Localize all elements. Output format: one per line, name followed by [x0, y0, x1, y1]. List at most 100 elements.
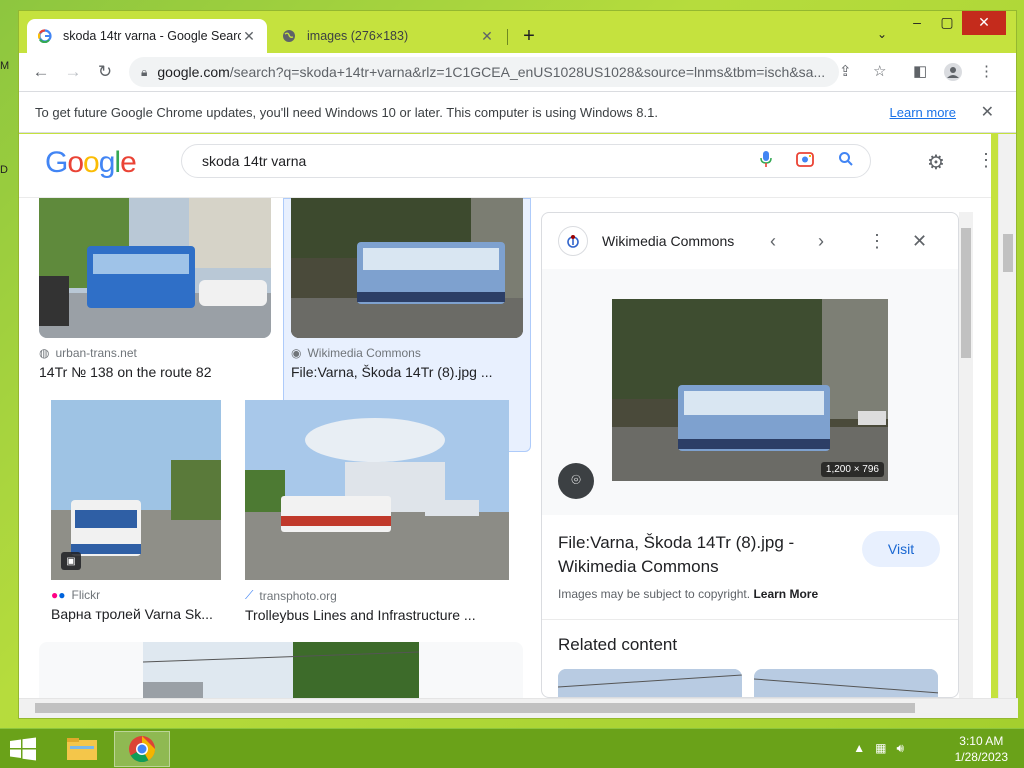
- clock-date: 1/28/2023: [954, 750, 1008, 764]
- camera-lens-icon[interactable]: [796, 151, 814, 171]
- search-box[interactable]: skoda 14tr varna: [181, 144, 871, 178]
- result-thumbnail[interactable]: ▣: [51, 400, 221, 580]
- settings-gear-icon[interactable]: ⚙: [927, 150, 945, 175]
- result-source[interactable]: ◉ Wikimedia Commons: [291, 346, 523, 360]
- related-content-heading: Related content: [558, 635, 678, 654]
- page-vertical-scrollbar[interactable]: [998, 134, 1016, 698]
- result-thumbnail[interactable]: [291, 198, 523, 338]
- divider: [542, 619, 958, 620]
- chrome-taskbar-icon[interactable]: [114, 731, 170, 767]
- image-preview-panel: Wikimedia Commons ‹ › ⋮ ✕ 1,200 × 796 ⌾ …: [541, 212, 959, 698]
- result-caption[interactable]: Trolleybus Lines and Infrastructure ...: [245, 607, 509, 623]
- result-caption[interactable]: Варна тролей Varna Sk...: [51, 606, 221, 622]
- copyright-learn-more-link[interactable]: Learn More: [753, 587, 818, 601]
- tab-strip: skoda 14tr varna - Google Search ✕ image…: [19, 11, 1016, 53]
- image-result[interactable]: ⟋ transphoto.org Trolleybus Lines and In…: [245, 400, 509, 623]
- back-arrow-icon[interactable]: ←: [25, 62, 57, 82]
- result-thumbnail[interactable]: [39, 642, 523, 698]
- panel-site-name[interactable]: Wikimedia Commons: [602, 233, 734, 249]
- side-panel-icon[interactable]: ◧: [913, 62, 927, 80]
- flickr-icon: ●●: [51, 588, 66, 602]
- taskbar: ▲ ▦ 🔊︎ 3:10 AM 1/28/2023: [0, 728, 1024, 768]
- globe-icon: ◍: [39, 346, 50, 360]
- close-panel-icon[interactable]: ✕: [912, 231, 927, 252]
- forward-arrow-icon[interactable]: →: [57, 62, 89, 82]
- panel-scrollbar-thumb[interactable]: [961, 228, 971, 358]
- tab-images[interactable]: images (276×183) ✕: [271, 19, 505, 53]
- image-result[interactable]: ▣ ●● Flickr Варна тролей Varna Sk...: [51, 400, 221, 622]
- horizontal-scrollbar-thumb[interactable]: [35, 703, 915, 713]
- google-logo[interactable]: Google: [45, 146, 137, 180]
- infobar-close-icon[interactable]: ✕: [981, 102, 994, 122]
- transphoto-icon: ⟋: [245, 588, 254, 602]
- desktop-icon-label-1[interactable]: M: [0, 60, 9, 72]
- previous-chevron-icon[interactable]: ‹: [770, 231, 776, 252]
- tray-expand-icon[interactable]: ▲: [853, 741, 865, 756]
- google-lens-icon[interactable]: ⌾: [558, 463, 594, 499]
- network-icon[interactable]: ▦: [875, 741, 886, 756]
- copyright-notice: Images may be subject to copyright. Lear…: [558, 587, 819, 601]
- panel-image-title[interactable]: File:Varna, Škoda 14Tr (8).jpg - Wikimed…: [558, 531, 848, 579]
- result-caption[interactable]: File:Varna, Škoda 14Tr (8).jpg ...: [291, 364, 523, 380]
- tab-title: images (276×183): [307, 29, 409, 43]
- menu-kebab-icon[interactable]: ⋮: [979, 62, 994, 80]
- google-header: Google skoda 14tr varna ⚙ ⋮⋮: [19, 134, 991, 198]
- results-area: ◍ urban-trans.net 14Tr № 138 on the rout…: [19, 198, 991, 698]
- tab-google-search[interactable]: skoda 14tr varna - Google Search ✕: [27, 19, 267, 53]
- panel-header: Wikimedia Commons ‹ › ⋮ ✕: [542, 213, 958, 269]
- chrome-window: skoda 14tr varna - Google Search ✕ image…: [18, 10, 1018, 719]
- tab-close-icon[interactable]: ✕: [241, 28, 257, 45]
- image-result-selected[interactable]: ◉ Wikimedia Commons File:Varna, Škoda 14…: [291, 198, 523, 380]
- panel-scrollbar[interactable]: [959, 212, 973, 698]
- infobar-message: To get future Google Chrome updates, you…: [35, 104, 658, 120]
- vertical-scrollbar-thumb[interactable]: [1003, 234, 1013, 272]
- result-source[interactable]: ◍ urban-trans.net: [39, 346, 271, 360]
- file-explorer-icon[interactable]: [54, 731, 110, 767]
- related-thumbnail[interactable]: [558, 669, 742, 697]
- reload-icon[interactable]: ↻: [89, 62, 121, 82]
- result-thumbnail[interactable]: [39, 198, 271, 338]
- share-icon[interactable]: ⇪: [839, 62, 852, 80]
- windows-start-icon[interactable]: [8, 737, 38, 761]
- google-apps-icon[interactable]: ⋮⋮: [977, 150, 991, 171]
- page-horizontal-scrollbar[interactable]: [19, 698, 1018, 718]
- lock-icon[interactable]: 🔒︎: [141, 65, 147, 80]
- globe-icon: [281, 28, 297, 44]
- close-window-button[interactable]: ✕: [962, 11, 1006, 35]
- result-source[interactable]: ⟋ transphoto.org: [245, 588, 509, 603]
- wikimedia-logo-icon: [558, 226, 588, 256]
- wikimedia-icon: ◉: [291, 346, 302, 360]
- tab-close-icon[interactable]: ✕: [479, 28, 495, 45]
- desktop-icon-label-2[interactable]: D: [0, 164, 8, 176]
- search-icon[interactable]: [838, 151, 854, 171]
- visit-button[interactable]: Visit: [862, 531, 940, 567]
- image-gallery-icon: ▣: [61, 552, 81, 570]
- system-tray: ▲ ▦ 🔊︎: [853, 741, 904, 756]
- volume-icon[interactable]: 🔊︎: [896, 741, 904, 756]
- search-query[interactable]: skoda 14tr varna: [202, 153, 306, 169]
- microphone-icon[interactable]: [760, 151, 772, 171]
- image-result[interactable]: [39, 642, 523, 698]
- result-thumbnail[interactable]: [245, 400, 509, 580]
- tab-search-button[interactable]: ⌄: [877, 27, 887, 41]
- result-caption[interactable]: 14Tr № 138 on the route 82: [39, 364, 271, 380]
- related-thumbnail[interactable]: [754, 669, 938, 697]
- more-options-icon[interactable]: ⋮: [868, 231, 886, 252]
- browser-toolbar: ← → ↻ 🔒︎ google.com/search?q=skoda+14tr+…: [19, 53, 1016, 91]
- new-tab-button[interactable]: +: [517, 25, 541, 48]
- learn-more-link[interactable]: Learn more: [890, 105, 956, 120]
- profile-avatar-icon[interactable]: [943, 62, 963, 86]
- minimize-button[interactable]: –: [902, 11, 932, 35]
- taskbar-clock[interactable]: 3:10 AM 1/28/2023: [955, 733, 1008, 765]
- image-result[interactable]: ◍ urban-trans.net 14Tr № 138 on the rout…: [39, 198, 271, 380]
- window-controls: – ▢ ✕: [902, 11, 1006, 35]
- bookmark-star-icon[interactable]: ☆: [873, 62, 886, 80]
- result-source[interactable]: ●● Flickr: [51, 588, 221, 602]
- next-chevron-icon[interactable]: ›: [818, 231, 824, 252]
- preview-image[interactable]: 1,200 × 796: [612, 299, 888, 481]
- address-bar[interactable]: 🔒︎ google.com/search?q=skoda+14tr+varna&…: [129, 57, 839, 87]
- page-viewport: Google skoda 14tr varna ⚙ ⋮⋮: [19, 134, 991, 698]
- update-infobar: To get future Google Chrome updates, you…: [19, 91, 1016, 133]
- url-text[interactable]: google.com/search?q=skoda+14tr+varna&rlz…: [157, 64, 839, 80]
- restore-button[interactable]: ▢: [932, 11, 962, 35]
